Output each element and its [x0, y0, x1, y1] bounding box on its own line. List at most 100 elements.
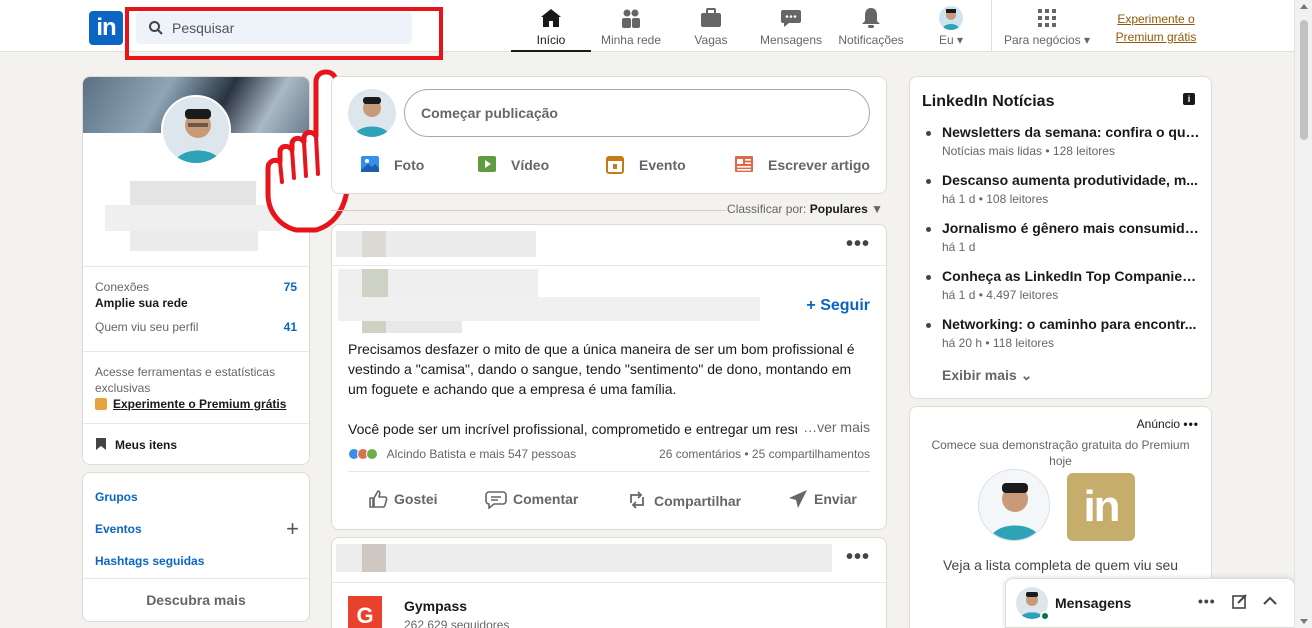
comment-button[interactable]: Comentar [485, 489, 578, 509]
nav-network[interactable]: Minha rede [596, 6, 666, 52]
connections-label: Conexões [95, 280, 150, 294]
nav-messages[interactable]: Mensagens [756, 6, 826, 52]
news-item[interactable]: Networking: o caminho para encontr... há… [922, 316, 1200, 350]
news-item[interactable]: Jornalismo é gênero mais consumido ... h… [922, 220, 1200, 254]
network-icon [622, 9, 640, 28]
post-body: Precisamos desfazer o mito de que a únic… [348, 341, 855, 397]
home-icon [541, 9, 561, 27]
messaging-title: Mensagens [1055, 595, 1132, 611]
company-logo[interactable]: G [348, 596, 382, 628]
feed-post-2: ••• G Gympass 262.629 seguidores [331, 537, 887, 628]
premium-logo: in [1067, 473, 1135, 541]
try-premium-line2: Premium grátis [1115, 30, 1197, 44]
post-menu-button[interactable]: ••• [846, 547, 870, 567]
photo-label: Foto [394, 157, 425, 173]
messaging-widget[interactable]: Mensagens ••• [1005, 578, 1295, 628]
groups-link[interactable]: Grupos [95, 490, 138, 504]
chevron-down-icon: ⌄ [1020, 367, 1033, 383]
video-button[interactable]: Vídeo [477, 153, 549, 177]
compose-icon[interactable] [1232, 593, 1248, 612]
nav-messages-label: Mensagens [759, 33, 823, 47]
follow-button[interactable]: + Seguir [806, 297, 870, 315]
share-label: Compartilhar [654, 493, 742, 509]
avatar [978, 469, 1050, 541]
comments-shares-count[interactable]: 26 comentários • 25 compartilhamentos [659, 447, 870, 461]
news-meta: há 20 h • 118 leitores [942, 336, 1055, 350]
add-event-icon[interactable]: + [286, 518, 299, 540]
blurred-headline-2 [130, 231, 258, 251]
events-link[interactable]: Eventos [95, 522, 142, 536]
news-headline: Jornalismo é gênero mais consumido ... [922, 220, 1200, 236]
scroll-thumb[interactable] [1300, 20, 1308, 140]
linkedin-logo[interactable]: in [89, 11, 123, 45]
news-meta: há 1 d • 4.497 leitores [942, 288, 1059, 302]
nav-jobs[interactable]: Vagas [681, 6, 741, 52]
grid-icon [1038, 9, 1056, 27]
comment-icon [485, 491, 507, 509]
feed-sort-bar: Classificar por: Populares ▼ [331, 202, 887, 218]
messaging-menu-button[interactable]: ••• [1198, 593, 1216, 609]
chat-icon [781, 10, 801, 27]
discover-more-button[interactable]: Descubra mais [83, 592, 309, 608]
nav-notifications[interactable]: Notificações [836, 6, 906, 52]
reactions-summary[interactable]: Alcindo Batista e mais 547 pessoas [348, 447, 576, 461]
news-meta: há 1 d • 108 leitores [942, 192, 1049, 206]
send-label: Enviar [814, 491, 857, 507]
news-item[interactable]: Descanso aumenta produtividade, m... há … [922, 172, 1200, 206]
nav-for-business-label: Para negócios [1003, 33, 1081, 47]
photo-button[interactable]: Foto [360, 153, 424, 177]
nav-for-business[interactable]: Para negócios ▾ [1000, 6, 1094, 52]
sort-dropdown[interactable]: Classificar por: Populares ▼ [727, 202, 883, 216]
avatar [939, 6, 963, 30]
show-more-button[interactable]: Exibir mais ⌄ [942, 367, 1032, 384]
page-scrollbar[interactable] [1294, 0, 1312, 628]
news-item[interactable]: Conheça as LinkedIn Top Companies ... há… [922, 268, 1200, 302]
avatar[interactable] [348, 89, 396, 137]
scroll-down-arrow[interactable] [1300, 619, 1308, 624]
ad-label: Anúncio ••• [1137, 417, 1199, 431]
post-menu-button[interactable]: ••• [846, 234, 870, 254]
send-button[interactable]: Enviar [788, 489, 857, 509]
my-items-link[interactable]: Meus itens [95, 437, 177, 452]
repost-icon [630, 491, 644, 509]
premium-cta-link[interactable]: Experimente o Premium grátis [95, 397, 286, 411]
company-name[interactable]: Gympass [404, 598, 467, 614]
profile-photo[interactable] [161, 95, 231, 165]
blurred-name [130, 181, 256, 205]
profile-viewers-row[interactable]: Quem viu seu perfil 41 [95, 320, 297, 334]
write-article-button[interactable]: Escrever artigo [734, 153, 870, 177]
company-followers: 262.629 seguidores [404, 618, 510, 628]
scroll-up-arrow[interactable] [1300, 4, 1308, 9]
nav-home[interactable]: Início [511, 6, 591, 52]
try-premium-line1: Experimente o [1117, 12, 1195, 26]
nav-jobs-label: Vagas [694, 33, 728, 47]
article-icon [735, 156, 753, 172]
briefcase-icon [701, 8, 721, 27]
start-post-input[interactable]: Começar publicação [404, 89, 870, 137]
hashtags-link[interactable]: Hashtags seguidas [95, 554, 204, 568]
bookmark-icon [96, 438, 106, 450]
nav-me[interactable]: Eu ▾ [926, 6, 976, 52]
sort-value: Populares [809, 202, 868, 216]
info-icon[interactable]: i [1183, 93, 1195, 105]
sort-label: Classificar por: [727, 202, 807, 216]
send-icon [789, 490, 807, 508]
celebrate-reaction-icon [366, 448, 378, 460]
sort-divider [331, 210, 727, 211]
news-item[interactable]: Newsletters da semana: confira o que... … [922, 124, 1200, 158]
profile-viewers-count: 41 [283, 320, 297, 334]
reactions-text: Alcindo Batista e mais 547 pessoas [386, 447, 577, 461]
news-headline: Newsletters da semana: confira o que... [922, 124, 1200, 140]
community-card: Grupos Eventos + Hashtags seguidas Descu… [82, 472, 310, 622]
event-button[interactable]: Evento [605, 153, 686, 177]
chevron-up-icon[interactable] [1262, 593, 1278, 612]
connections-row[interactable]: Conexões Amplie sua rede 75 [95, 280, 297, 310]
ad-menu-button[interactable]: ••• [1183, 417, 1199, 431]
like-button[interactable]: Gostei [368, 489, 438, 509]
see-more-link[interactable]: …ver mais [797, 419, 870, 435]
video-label: Vídeo [511, 157, 550, 173]
try-premium-link[interactable]: Experimente o Premium grátis [1110, 10, 1202, 46]
premium-cta-label: Experimente o Premium grátis [113, 397, 287, 411]
news-meta: Notícias mais lidas • 128 leitores [942, 144, 1115, 158]
share-button[interactable]: Compartilhar [626, 489, 741, 511]
